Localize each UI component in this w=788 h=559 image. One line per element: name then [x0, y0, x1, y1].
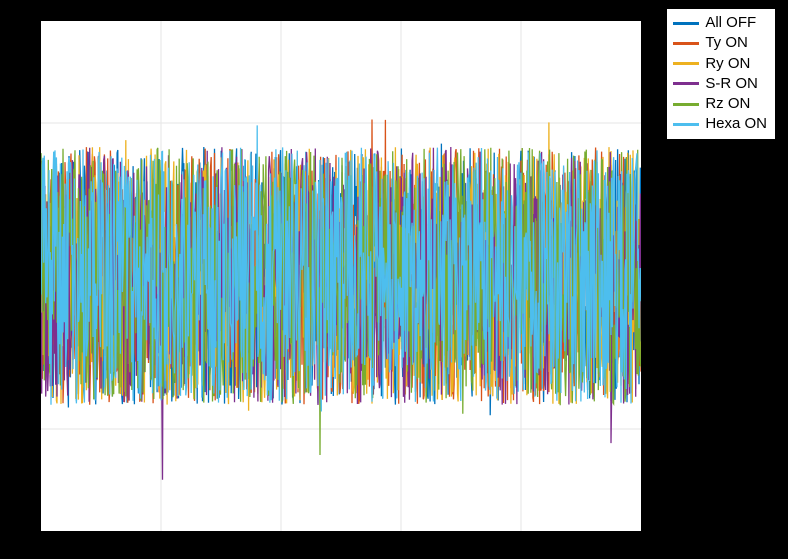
legend-label: Ty ON — [705, 33, 748, 53]
legend-swatch — [673, 103, 699, 106]
legend: All OFF Ty ON Ry ON S-R ON Rz ON Hexa ON — [666, 8, 776, 140]
legend-swatch — [673, 42, 699, 45]
legend-swatch — [673, 123, 699, 126]
legend-item: Ry ON — [673, 54, 767, 74]
chart-axes — [40, 20, 642, 532]
legend-swatch — [673, 22, 699, 25]
legend-label: Ry ON — [705, 54, 750, 74]
legend-label: Hexa ON — [705, 114, 767, 134]
legend-item: Ty ON — [673, 33, 767, 53]
chart-series — [41, 120, 641, 480]
legend-item: S-R ON — [673, 74, 767, 94]
legend-item: All OFF — [673, 13, 767, 33]
legend-swatch — [673, 82, 699, 85]
legend-swatch — [673, 62, 699, 65]
legend-label: Rz ON — [705, 94, 750, 114]
legend-label: All OFF — [705, 13, 756, 33]
chart-canvas — [41, 21, 641, 531]
legend-item: Rz ON — [673, 94, 767, 114]
legend-label: S-R ON — [705, 74, 758, 94]
legend-item: Hexa ON — [673, 114, 767, 134]
